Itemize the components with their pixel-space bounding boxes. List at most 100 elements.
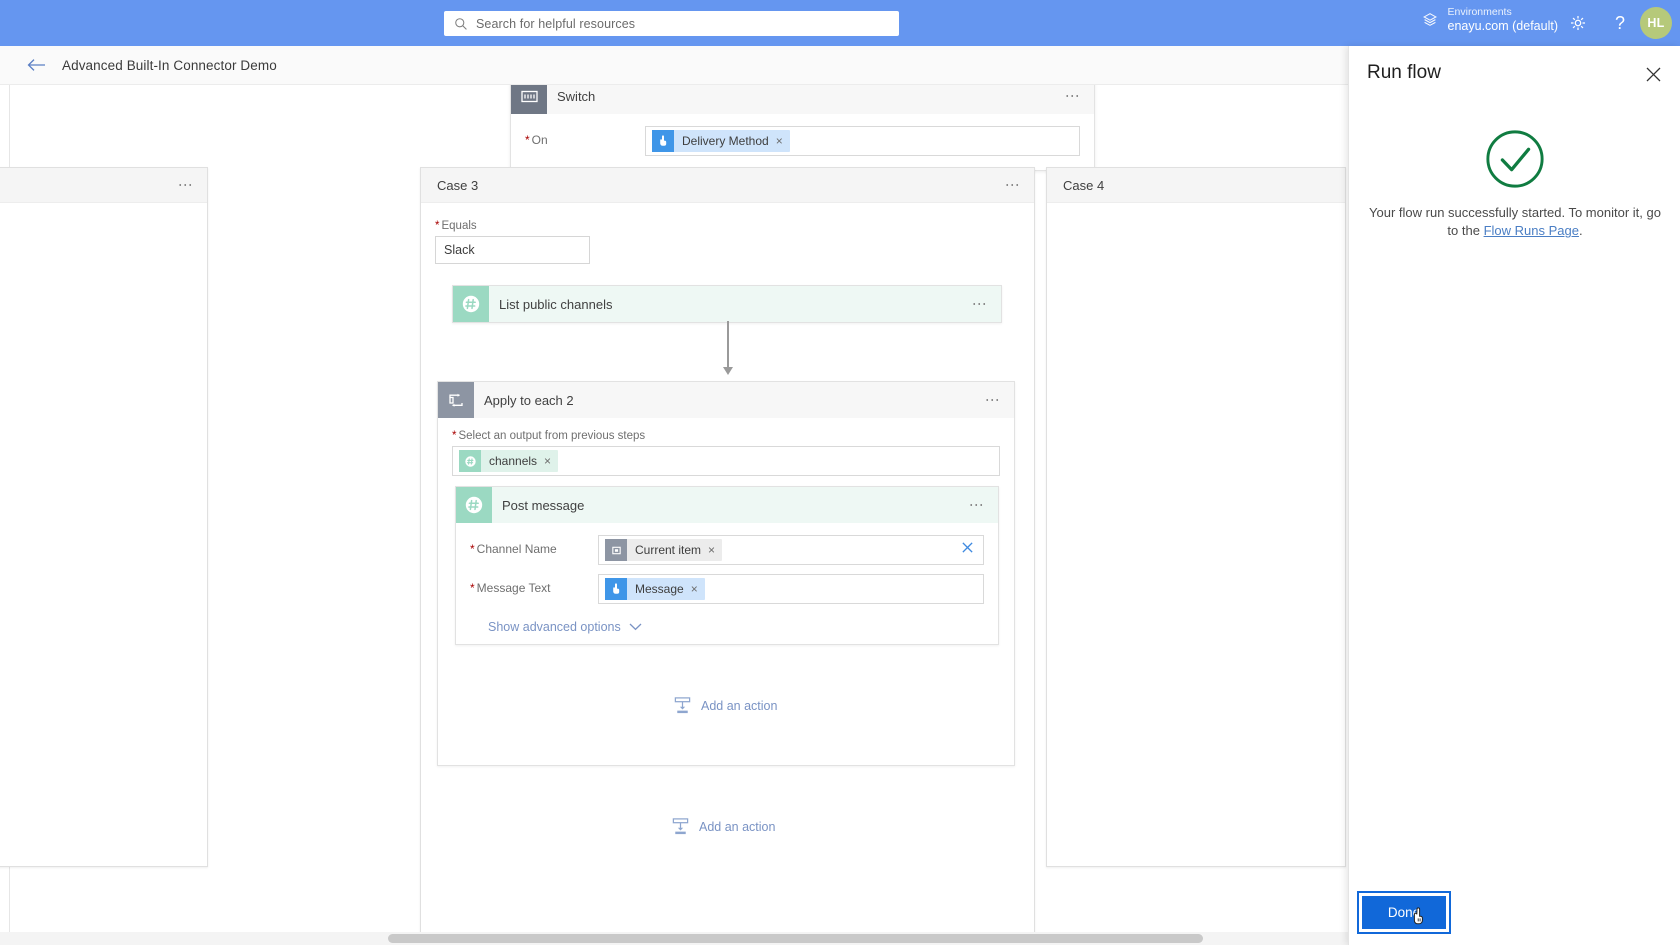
horizontal-scrollbar[interactable]: [0, 932, 1348, 945]
slack-output-icon: [459, 450, 481, 472]
switch-node-menu-button[interactable]: ⋯: [1065, 89, 1082, 104]
case-4-title: Case 4: [1063, 177, 1105, 193]
page-title: Advanced Built-In Connector Demo: [62, 57, 277, 73]
token-remove-button[interactable]: ×: [708, 543, 715, 557]
token-label: Current item: [635, 543, 702, 557]
help-button[interactable]: ?: [1608, 11, 1632, 35]
flow-runs-page-link[interactable]: Flow Runs Page: [1484, 223, 1579, 238]
flow-canvas[interactable]: Switch ⋯ * On Delivery Method × ⋯ Case 3…: [0, 85, 1348, 945]
run-flow-panel: Run flow Your flow run successfully star…: [1348, 46, 1680, 945]
apply-to-each-menu-button[interactable]: ⋯: [985, 393, 1002, 408]
switch-cases-row: ⋯ Case 3 ⋯ * Equals Slack List public ch…: [0, 167, 1348, 945]
gear-icon: [1570, 15, 1586, 31]
run-flow-panel-title: Run flow: [1367, 62, 1441, 83]
back-arrow-icon: [27, 59, 45, 71]
case-3-title: Case 3: [437, 177, 479, 193]
loop-icon: [438, 382, 474, 418]
back-button[interactable]: [26, 55, 46, 75]
search-input[interactable]: Search for helpful resources: [444, 11, 899, 36]
list-public-channels-menu-button[interactable]: ⋯: [972, 297, 989, 312]
slack-icon: [453, 286, 489, 322]
post-message-menu-button[interactable]: ⋯: [969, 498, 986, 513]
manual-trigger-icon: [605, 578, 627, 600]
list-public-channels-node[interactable]: List public channels ⋯: [452, 285, 1002, 323]
ellipsis-icon: ⋯: [177, 176, 195, 194]
avatar-initials: HL: [1647, 16, 1665, 30]
environment-label: Environments: [1447, 6, 1512, 18]
ellipsis-icon: ⋯: [1004, 176, 1022, 194]
horizontal-scrollbar-thumb[interactable]: [388, 934, 1203, 943]
select-output-input[interactable]: channels ×: [452, 446, 1000, 476]
channel-name-field-row: * Channel Name Current item ×: [470, 535, 984, 565]
required-indicator: *: [452, 430, 457, 442]
environment-icon: [1422, 13, 1437, 26]
clear-field-button[interactable]: [961, 541, 974, 559]
token-remove-button[interactable]: ×: [691, 582, 698, 596]
message-text-input[interactable]: Message ×: [598, 574, 984, 604]
connector-line: [727, 321, 729, 369]
list-public-channels-header[interactable]: List public channels ⋯: [453, 286, 1001, 322]
equals-input[interactable]: Slack: [435, 236, 590, 264]
case-3-menu-button[interactable]: ⋯: [1005, 178, 1022, 193]
token-current-item[interactable]: Current item ×: [605, 539, 723, 561]
token-label: Delivery Method: [682, 134, 769, 148]
case-4-header[interactable]: Case 4: [1047, 168, 1345, 203]
add-action-label: Add an action: [701, 698, 778, 713]
done-button-focus-ring: Done: [1357, 891, 1451, 934]
environment-selector[interactable]: Environments enayu.com (default): [1421, 6, 1558, 34]
token-delivery-method[interactable]: Delivery Method ×: [652, 130, 790, 152]
message-text-field-row: * Message Text Message ×: [470, 574, 984, 604]
case-3-header[interactable]: Case 3 ⋯: [421, 168, 1034, 203]
environment-name: enayu.com (default): [1447, 18, 1558, 33]
list-public-channels-title: List public channels: [499, 296, 613, 312]
apply-to-each-body: * Select an output from previous steps c…: [438, 418, 1014, 476]
switch-node-title: Switch: [557, 88, 596, 104]
close-panel-button[interactable]: [1644, 65, 1662, 83]
success-check-icon: [1485, 130, 1544, 188]
connector-arrowhead: [723, 367, 733, 375]
search-icon: [455, 17, 467, 30]
question-mark-icon: ?: [1614, 12, 1625, 33]
switch-node-body: * On Delivery Method ×: [511, 114, 1094, 170]
token-channels[interactable]: channels ×: [459, 450, 559, 472]
run-flow-status-message: Your flow run successfully started. To m…: [1367, 204, 1663, 241]
token-message[interactable]: Message ×: [605, 578, 705, 600]
close-icon: [1646, 67, 1660, 81]
case-4-card[interactable]: Case 4: [1046, 167, 1346, 867]
settings-button[interactable]: [1566, 11, 1590, 35]
manual-trigger-icon: [652, 130, 674, 152]
add-action-label: Add an action: [699, 819, 776, 834]
token-label: channels: [489, 454, 538, 468]
switch-on-input[interactable]: Delivery Method ×: [645, 126, 1080, 156]
required-indicator: *: [470, 581, 475, 595]
post-message-header[interactable]: Post message ⋯: [456, 487, 998, 523]
switch-node[interactable]: Switch ⋯ * On Delivery Method ×: [510, 85, 1095, 171]
token-remove-button[interactable]: ×: [776, 134, 783, 148]
required-indicator: *: [525, 133, 530, 147]
show-advanced-options-button[interactable]: Show advanced options: [470, 604, 984, 634]
top-header-bar: Search for helpful resources Environment…: [0, 0, 1680, 46]
token-remove-button[interactable]: ×: [544, 454, 551, 468]
post-message-node[interactable]: Post message ⋯ * Channel Name Current it…: [455, 486, 999, 645]
required-indicator: *: [435, 220, 440, 232]
apply-to-each-header[interactable]: Apply to each 2 ⋯: [438, 382, 1014, 418]
apply-to-each-node[interactable]: Apply to each 2 ⋯ * Select an output from…: [437, 381, 1015, 766]
case-2-card[interactable]: ⋯: [0, 167, 208, 867]
channel-name-label: * Channel Name: [470, 542, 557, 556]
message-text-label: * Message Text: [470, 581, 551, 595]
add-action-outer-button[interactable]: Add an action: [671, 817, 775, 836]
case-2-header[interactable]: ⋯: [0, 168, 207, 203]
ellipsis-icon: ⋯: [971, 295, 989, 313]
switch-on-field-row: * On Delivery Method ×: [525, 126, 1080, 156]
switch-node-header[interactable]: Switch ⋯: [511, 85, 1094, 114]
loop-item-icon: [605, 539, 627, 561]
channel-name-input[interactable]: Current item ×: [598, 535, 984, 565]
apply-to-each-title: Apply to each 2: [484, 392, 574, 408]
done-button[interactable]: Done: [1362, 896, 1446, 929]
switch-icon: [511, 85, 547, 114]
case-3-card[interactable]: Case 3 ⋯ * Equals Slack List public chan…: [420, 167, 1035, 945]
add-action-icon: [674, 697, 691, 714]
case-2-menu-button[interactable]: ⋯: [178, 178, 195, 193]
avatar[interactable]: HL: [1640, 7, 1672, 39]
add-action-inner-button[interactable]: Add an action: [673, 696, 777, 715]
